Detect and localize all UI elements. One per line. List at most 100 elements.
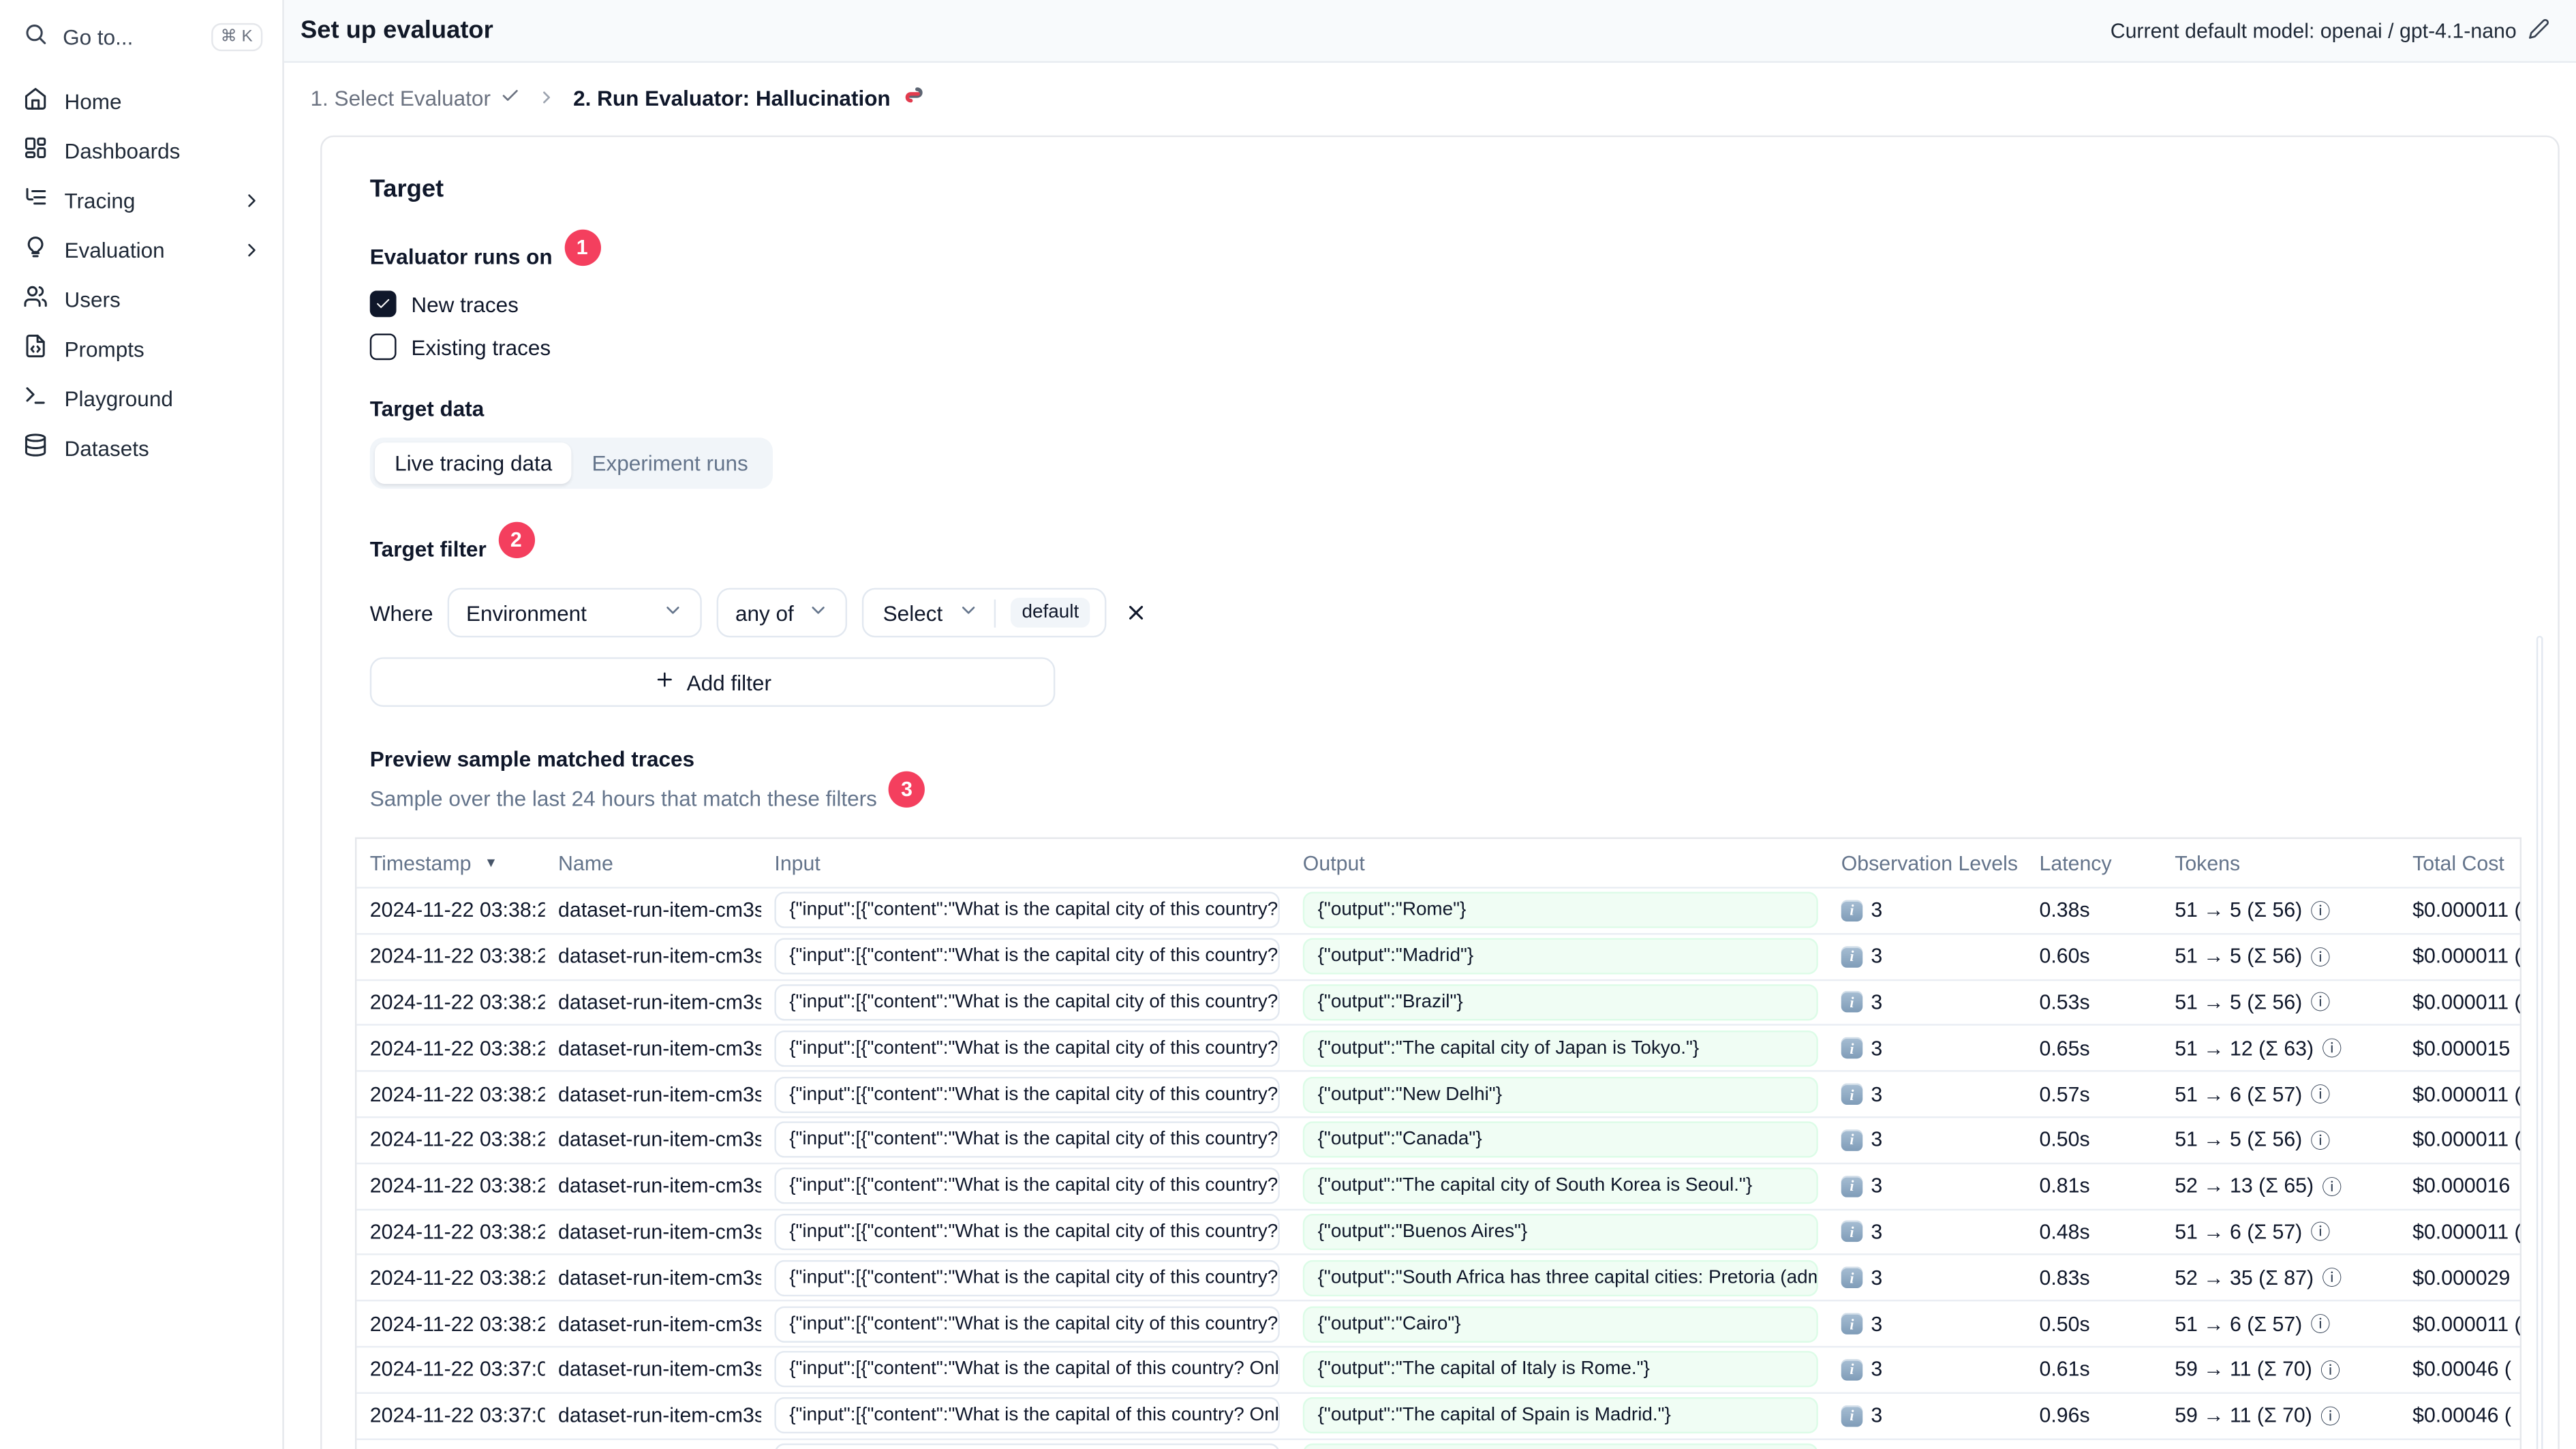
cell-tokens: 51 → 5 (Σ 56) ⓘ [2162, 988, 2399, 1016]
filter-operator-select[interactable]: any of [717, 588, 847, 638]
column-header-tokens[interactable]: Tokens [2162, 851, 2399, 874]
output-preview[interactable]: {"output":"Canada"} [1302, 1122, 1818, 1159]
cell-total-cost: $0.000011 ( [2412, 1082, 2521, 1106]
table-row[interactable]: 2024-11-22 03:38:23 dataset-run-item-cm3s… [356, 1210, 2520, 1256]
table-row[interactable]: 2024-11-22 03:38:27 dataset-run-item-cm3s… [356, 980, 2521, 1026]
scrollbar[interactable] [2536, 635, 2543, 1449]
filter-column-select[interactable]: Environment [448, 588, 703, 638]
cell-timestamp: 2024-11-22 03:38:22 [369, 1266, 545, 1290]
output-preview[interactable]: {"output":"The capital of Italy is Rome.… [1302, 1351, 1818, 1388]
step-select-evaluator[interactable]: 1. Select Evaluator [311, 85, 521, 110]
cell-latency: 0.48s [2039, 1220, 2090, 1244]
cell-total-cost: $0.000011 ( [2412, 990, 2521, 1014]
sidebar-item-label: Dashboards [64, 138, 181, 163]
output-preview[interactable]: {"output":"Rome"} [1302, 892, 1818, 929]
checkbox-new-traces[interactable]: New traces [369, 290, 2518, 318]
add-filter-button[interactable]: Add filter [369, 657, 1056, 707]
info-emoji-icon: i [1841, 900, 1863, 921]
input-preview[interactable]: {"input":[{"content":"What is the capita… [774, 1213, 1280, 1251]
tab-live-tracing-data[interactable]: Live tracing data [375, 442, 572, 484]
table-row[interactable]: 2024-11-22 03:38:21 dataset-run-item-cm3s… [356, 1302, 2520, 1348]
table-row[interactable]: 2024-11-22 03:38:24 dataset-run-item-cm3s… [356, 1164, 2520, 1210]
sidebar-item-users[interactable]: Users [23, 274, 262, 324]
column-header-observation-levels[interactable]: Observation Levels [1828, 851, 2026, 874]
output-preview[interactable]: {"output":"The capital city of South Kor… [1302, 1168, 1818, 1204]
input-preview[interactable]: {"input":[{"content":"What is the capita… [774, 1168, 1280, 1204]
cell-output: {"output":"The capital of Spain is Madri… [1289, 1397, 1828, 1434]
input-preview[interactable]: {"input":[{"content":"What is the capita… [774, 1122, 1280, 1159]
input-preview[interactable]: {"input":[{"content":"What is the capita… [774, 1351, 1280, 1388]
cell-output: {"output":"The capital of Italy is Rome.… [1289, 1351, 1828, 1388]
table-row[interactable]: 2024-11-22 03:38:28 dataset-run-item-cm3s… [356, 889, 2520, 934]
table-row[interactable]: 2024-11-22 03:38:22 dataset-run-item-cm3s… [356, 1255, 2520, 1302]
cell-observation-levels: i3 [1828, 1358, 2026, 1382]
table-row[interactable]: 2024-11-22 03:38:26 dataset-run-item-cm3s… [356, 1026, 2520, 1073]
input-preview[interactable]: {"input":[{"content":"What is the capita… [774, 984, 1280, 1021]
sidebar-item-prompts[interactable]: Prompts [23, 324, 262, 373]
table-row[interactable]: 2024-11-22 03:37:03 dataset-run-item-cm3s… [356, 1347, 2520, 1394]
chevron-down-icon [662, 600, 684, 626]
input-preview[interactable]: {"input":[{"content":"What is the capita… [774, 1076, 1280, 1113]
sidebar-item-dashboards[interactable]: Dashboards [23, 125, 262, 175]
cell-observation-levels: i3 [1828, 1266, 2026, 1290]
column-header-input[interactable]: Input [761, 851, 1289, 874]
info-emoji-icon: i [1841, 1129, 1863, 1151]
cell-name: dataset-run-item-cm3s4 [558, 1037, 762, 1061]
cell-latency: 0.61s [2039, 1358, 2090, 1382]
prompts-icon [23, 333, 48, 363]
input-preview[interactable]: {"input":[{"content":"What is the capita… [774, 1260, 1280, 1296]
cell-input: {"input":[{"content":"What is the capita… [761, 892, 1289, 929]
input-preview[interactable]: {"input":[{"content":"What is the capita… [774, 1030, 1280, 1067]
cell-input: {"input":[{"content":"What is the capita… [761, 984, 1289, 1021]
cell-timestamp: 2024-11-22 03:38:21 [369, 1312, 545, 1336]
sidebar-item-datasets[interactable]: Datasets [23, 423, 262, 472]
output-preview[interactable]: {"output":"The capital city of Japan is … [1302, 1030, 1818, 1067]
table-row[interactable]: 2024-11-22 03:38:28 dataset-run-item-cm3s… [356, 934, 2521, 981]
column-header-name[interactable]: Name [545, 851, 761, 874]
sidebar-item-playground[interactable]: Playground [23, 373, 262, 423]
output-preview[interactable]: {"output":"The capital of Spain is Madri… [1302, 1397, 1818, 1434]
sidebar-item-tracing[interactable]: Tracing [23, 175, 262, 225]
output-preview[interactable]: {"output":"Cairo"} [1302, 1305, 1818, 1342]
column-header-output[interactable]: Output [1289, 851, 1828, 874]
remove-filter-button[interactable] [1125, 601, 1148, 624]
output-preview[interactable]: {"output":"Brazil"} [1302, 984, 1818, 1021]
checkbox-existing-traces[interactable]: Existing traces [369, 333, 2518, 361]
cell-observation-levels: i3 [1828, 945, 2026, 968]
goto-search[interactable]: Go to... ⌘ K [23, 22, 263, 52]
table-row[interactable]: 2024-11-22 03:38:25 dataset-run-item-cm3s… [356, 1118, 2520, 1164]
input-preview[interactable]: {"input":[{"content":"What is the capita… [774, 938, 1280, 975]
sidebar-item-home[interactable]: Home [23, 76, 262, 125]
input-preview[interactable]: {"input":[{"content":"What is the capita… [774, 1397, 1280, 1434]
column-header-timestamp[interactable]: Timestamp ▼ [356, 851, 545, 874]
input-preview[interactable]: {"input":[{"content":"What is the capita… [774, 1443, 1280, 1449]
output-preview[interactable]: {"output":"Buenos Aires"} [1302, 1213, 1818, 1251]
output-preview[interactable]: {"output":"Madrid"} [1302, 938, 1818, 975]
column-header-total-cost[interactable]: Total Cost [2399, 851, 2520, 874]
table-row[interactable]: 2024-11-22 03:37:01dataset-run-item-cm3s… [356, 1439, 2519, 1449]
checkbox-box[interactable] [369, 333, 397, 361]
output-preview[interactable]: {"output":"New Delhi"} [1302, 1076, 1818, 1113]
info-emoji-icon: i [1841, 1267, 1863, 1289]
sidebar-item-evaluation[interactable]: Evaluation [23, 225, 262, 275]
input-preview[interactable]: {"input":[{"content":"What is the capita… [774, 1305, 1280, 1342]
output-preview[interactable]: {"output":"The capital of Brazil is Bras… [1302, 1443, 1818, 1449]
table-row[interactable]: 2024-11-22 03:38:26 dataset-run-item-cm3s… [356, 1072, 2521, 1118]
edit-model-button[interactable] [2528, 17, 2550, 44]
input-preview[interactable]: {"input":[{"content":"What is the capita… [774, 892, 1280, 929]
info-icon: ⓘ [2310, 1313, 2331, 1337]
filter-value-select[interactable]: Select default [861, 588, 1107, 638]
cell-output: {"output":"New Delhi"} [1289, 1076, 1828, 1113]
sidebar-item-label: Datasets [64, 435, 149, 460]
checkbox-box[interactable] [369, 290, 397, 318]
output-preview[interactable]: {"output":"South Africa has three capita… [1302, 1260, 1818, 1296]
tab-experiment-runs[interactable]: Experiment runs [572, 442, 768, 484]
cell-total-cost: $0.000011 ( [2412, 945, 2521, 968]
cell-input: {"input":[{"content":"What is the capita… [761, 1030, 1289, 1067]
step-run-evaluator: 2. Run Evaluator: Hallucination [573, 82, 927, 112]
cell-input: {"input":[{"content":"What is the capita… [761, 1122, 1289, 1159]
column-header-latency[interactable]: Latency [2026, 851, 2162, 874]
cell-latency: 0.57s [2039, 1082, 2090, 1106]
table-row[interactable]: 2024-11-22 03:37:02 dataset-run-item-cm3s… [356, 1394, 2520, 1439]
cell-tokens: 59 → 11 (Σ 70) ⓘ [2162, 1401, 2399, 1429]
